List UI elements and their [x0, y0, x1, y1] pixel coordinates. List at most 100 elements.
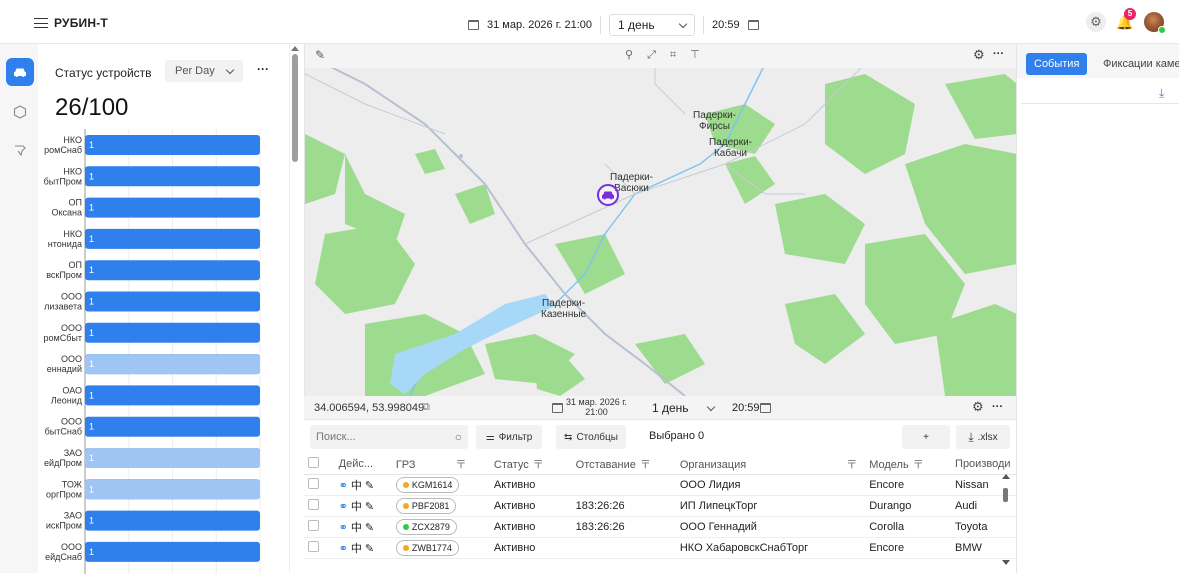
notifications-badge: 5 [1124, 8, 1136, 20]
scroll-thumb[interactable] [292, 54, 298, 162]
scroll-up-icon[interactable] [291, 46, 299, 51]
status-more-button[interactable]: ··· [257, 62, 269, 76]
menu-icon[interactable] [34, 18, 48, 28]
table-search[interactable]: Поиск... ○ [310, 425, 468, 449]
nav-vehicles[interactable] [6, 58, 34, 86]
status-title: Статус устройств [55, 66, 152, 80]
calendar-icon[interactable] [468, 20, 479, 30]
notifications-bell-icon[interactable]: 🔔 5 [1116, 8, 1136, 31]
bottom-settings-gear-icon[interactable]: ⚙ [972, 399, 984, 415]
status-period-select[interactable]: Per Day [165, 60, 243, 82]
table-row[interactable]: ⚭中✎ ZWB1774 Активно НКО ХабаровскСнабТорг En… [304, 537, 1016, 559]
calendar-check-icon[interactable] [747, 20, 759, 30]
bottom-more-button[interactable]: ··· [992, 401, 1003, 413]
col-actions[interactable]: Дейс... [334, 454, 392, 475]
link-icon[interactable]: ⚭ [339, 501, 351, 513]
nav-tracks[interactable] [6, 136, 34, 164]
col-lag[interactable]: Отставание 〒 [571, 454, 676, 475]
divider [703, 16, 705, 34]
columns-button[interactable]: ⇆ Столбцы [556, 425, 626, 449]
table-row[interactable]: ⚭中✎ ZCX2879 Активно 183:26:26 ООО Геннадий Co… [304, 516, 1016, 538]
calendar-icon[interactable] [552, 403, 563, 413]
map-time[interactable]: 20:59 [732, 402, 760, 414]
link-icon[interactable]: ⚭ [339, 480, 351, 492]
map-period-select[interactable]: 1 день [644, 397, 722, 419]
top-period-select[interactable]: 1 день [609, 14, 696, 36]
row-plate[interactable]: ZWB1774 [391, 537, 490, 559]
row-checkbox[interactable] [304, 516, 335, 538]
select-all-checkbox[interactable] [304, 454, 335, 475]
route-icon[interactable]: 中 [351, 480, 365, 492]
export-xlsx-button[interactable]: ⤓ .xlsx [956, 425, 1010, 449]
map-date[interactable]: 31 мар. 2026 г. 21:00 [566, 397, 627, 417]
row-actions: ⚭中✎ [334, 474, 392, 496]
map-more-button[interactable]: ··· [993, 48, 1004, 60]
row-checkbox[interactable] [304, 474, 335, 496]
map-area[interactable]: ✎ ⚲⤢⌗⊤ ⚙ ··· Падерки- Фирсы Падерки- Кабач… [304, 44, 1016, 396]
filter-icon[interactable]: 〒 [846, 459, 857, 471]
table-row[interactable]: ⚭中✎ KGM1614 Активно ООО Лидия Encore Nissan [304, 474, 1016, 496]
col-status[interactable]: Статус 〒 [489, 454, 572, 475]
scroll-thumb[interactable] [1003, 488, 1008, 502]
row-plate[interactable]: ZCX2879 [391, 516, 490, 538]
edit-pencil-icon[interactable]: ✎ [365, 543, 377, 555]
map-polygon-icon[interactable]: ⌗ [670, 49, 690, 61]
table-row[interactable]: ⚭中✎ PBF2081 Активно 183:26:26 ИП ЛипецкТорг D… [304, 495, 1016, 517]
filter-icon[interactable]: 〒 [640, 459, 651, 471]
row-plate[interactable]: KGM1614 [391, 474, 490, 496]
edit-pencil-icon[interactable]: ✎ [315, 48, 325, 62]
map-status-bar: 34.006594, 53.998049 ⧉ 31 мар. 2026 г. 21… [304, 396, 1016, 420]
scroll-up-icon[interactable] [1002, 474, 1010, 479]
row-status: Активно [489, 495, 572, 517]
route-icon[interactable]: 中 [351, 522, 365, 534]
tab-events[interactable]: События [1026, 53, 1088, 75]
copy-icon[interactable]: ⧉ [422, 401, 430, 414]
top-date[interactable]: 31 мар. 2026 г. 21:00 [487, 19, 592, 31]
user-avatar[interactable] [1144, 12, 1166, 34]
download-icon[interactable]: ⤓ [1159, 86, 1164, 101]
col-maker[interactable]: Производи [951, 454, 1016, 475]
vehicle-marker[interactable] [597, 184, 619, 206]
place-label-line: Падерки- [610, 172, 653, 183]
chart-bar [85, 135, 260, 155]
row-checkbox[interactable] [304, 537, 335, 559]
tab-camera[interactable]: Фиксации каме [1103, 58, 1179, 70]
link-icon[interactable]: ⚭ [339, 522, 351, 534]
table-scrollbar[interactable] [1002, 474, 1010, 570]
chart-bar [85, 541, 260, 562]
col-plate[interactable]: ГРЗ 〒 [391, 454, 490, 475]
filter-icon[interactable]: 〒 [533, 459, 544, 471]
map-ruler-icon[interactable]: ⊤ [690, 49, 714, 61]
chart-bar-label: 1 [89, 516, 94, 526]
map-canvas[interactable] [305, 44, 1016, 396]
link-icon[interactable]: ⚭ [339, 543, 351, 555]
app-logo[interactable]: РУБИН-Т [34, 16, 108, 30]
col-lag-label: Отставание [575, 458, 636, 471]
calendar-check-icon[interactable] [760, 403, 771, 413]
top-time[interactable]: 20:59 [712, 19, 740, 31]
place-label: Падерки- Кабачи [709, 137, 752, 159]
search-input[interactable]: Поиск... [316, 431, 455, 443]
map-settings-gear-icon[interactable]: ⚙ [973, 47, 985, 63]
scroll-down-icon[interactable] [1002, 560, 1010, 565]
settings-gear-icon[interactable]: ⚙ [1086, 12, 1106, 32]
col-model[interactable]: Модель 〒 [865, 454, 952, 475]
status-panel-scrollbar[interactable] [290, 44, 304, 573]
map-line-icon[interactable]: ⤢ [647, 49, 670, 61]
col-org[interactable]: Организация 〒 [675, 454, 866, 475]
filter-icon[interactable]: 〒 [913, 459, 924, 471]
row-plate[interactable]: PBF2081 [391, 495, 490, 517]
filter-icon[interactable]: 〒 [456, 459, 467, 471]
route-icon[interactable]: 中 [351, 501, 365, 513]
edit-pencil-icon[interactable]: ✎ [365, 522, 377, 534]
add-button[interactable]: + [902, 425, 950, 449]
table-header-row: Дейс... ГРЗ 〒 Статус 〒 Отставание 〒 Организ… [304, 454, 1016, 475]
nav-geozones[interactable] [6, 98, 34, 126]
map-marker-icon[interactable]: ⚲ [625, 49, 647, 61]
row-checkbox[interactable] [304, 495, 335, 517]
chart-category-label: ЗАО [64, 448, 82, 458]
filter-button[interactable]: ⚌ Фильтр [476, 425, 542, 449]
edit-pencil-icon[interactable]: ✎ [365, 501, 377, 513]
route-icon[interactable]: 中 [351, 543, 365, 555]
edit-pencil-icon[interactable]: ✎ [365, 480, 377, 492]
